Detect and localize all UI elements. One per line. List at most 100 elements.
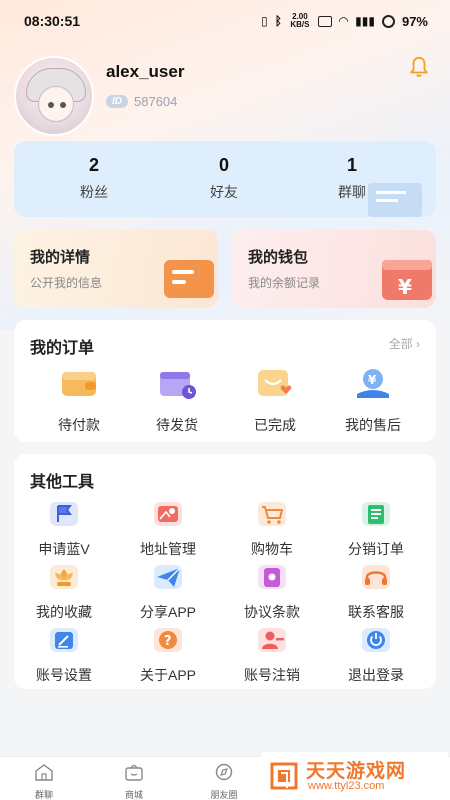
book-icon <box>258 565 286 589</box>
avatar[interactable] <box>14 56 94 136</box>
card-title: 我的详情 <box>30 249 91 266</box>
tab-moments[interactable]: 朋友圈 <box>184 763 264 800</box>
power-icon <box>362 628 390 652</box>
calendar-clock-icon <box>160 372 196 399</box>
svg-text:¥: ¥ <box>398 275 412 299</box>
wifi-icon: ◠ <box>338 14 349 28</box>
tool-share-app[interactable]: 分享APP <box>118 563 218 622</box>
order-pending-shipment[interactable]: 待发货 <box>132 366 222 435</box>
watermark-title: 天天游戏网 <box>306 761 407 782</box>
message-card-icon <box>164 260 214 298</box>
user-remove-icon <box>258 628 286 652</box>
tool-label: 分享APP <box>139 604 196 620</box>
svg-text:¥: ¥ <box>368 373 377 387</box>
tool-label: 协议条款 <box>244 604 300 620</box>
other-tools-panel: 其他工具 申请蓝V 地址管理 购物车 分销订单 我的收藏 分享APP 协议条款 … <box>14 454 436 689</box>
card-subtitle: 我的余额记录 <box>248 276 321 290</box>
order-pending-payment[interactable]: 待付款 <box>34 366 124 435</box>
map-pin-icon <box>154 502 182 526</box>
order-after-sales[interactable]: ¥ 我的售后 <box>328 366 418 435</box>
flag-icon <box>50 502 78 526</box>
signal-icon: ▮▮▮ <box>355 14 375 28</box>
order-label: 待发货 <box>156 417 198 433</box>
my-orders-panel: 我的订单 全部 › 待付款 待发货 已完成 ¥ 我的售后 <box>14 320 436 442</box>
svg-text:?: ? <box>164 634 172 649</box>
watermark-url: www.ttyl23.com <box>308 780 385 792</box>
status-icons: ▯ ᛒ 2.00 KB/S ◠ ▮▮▮ 97% <box>261 13 428 29</box>
user-id-row: ID 587604 <box>106 94 177 109</box>
edit-icon <box>50 628 78 652</box>
heart-card-icon <box>258 370 292 396</box>
tool-label: 账号设置 <box>36 667 92 683</box>
tool-about-app[interactable]: ? 关于APP <box>118 626 218 685</box>
vibrate-icon: ▯ <box>261 14 268 28</box>
tab-mall[interactable]: 商城 <box>94 763 174 800</box>
tool-label: 联系客服 <box>348 604 404 620</box>
tab-label: 商城 <box>124 790 143 800</box>
tool-delete-account[interactable]: 账号注销 <box>222 626 322 685</box>
tool-shopping-cart[interactable]: 购物车 <box>222 500 322 559</box>
tab-group-chat[interactable]: 群聊 <box>4 763 84 800</box>
tab-label: 群聊 <box>34 790 53 800</box>
id-badge-icon: ID <box>106 95 128 108</box>
tool-label: 分销订单 <box>348 541 404 557</box>
tool-label: 退出登录 <box>348 667 404 683</box>
battery-icon <box>381 14 395 28</box>
watermark-logo-icon <box>270 762 298 790</box>
status-time: 08:30:51 <box>24 13 81 29</box>
stat-value: 0 <box>218 155 229 175</box>
tool-label: 申请蓝V <box>38 541 90 557</box>
tool-my-favorites[interactable]: 我的收藏 <box>14 563 114 622</box>
card-title: 我的钱包 <box>248 249 309 266</box>
tool-terms[interactable]: 协议条款 <box>222 563 322 622</box>
orders-view-all-link[interactable]: 全部 › <box>389 335 420 352</box>
chevron-right-icon: › <box>416 337 420 351</box>
compass-icon <box>215 763 233 781</box>
order-label: 已完成 <box>254 417 296 433</box>
bell-icon[interactable] <box>408 56 430 78</box>
my-wallet-card[interactable]: 我的钱包 我的余额记录 ¥ <box>232 230 436 308</box>
tools-title: 其他工具 <box>30 474 95 491</box>
tool-logout[interactable]: 退出登录 <box>326 626 426 685</box>
list-doc-icon <box>362 502 390 526</box>
username: alex_user <box>106 62 185 81</box>
stat-fans[interactable]: 2 粉丝 <box>44 155 144 202</box>
stat-friends[interactable]: 0 好友 <box>174 155 274 202</box>
stat-label: 粉丝 <box>80 184 108 200</box>
headset-icon <box>362 565 390 589</box>
order-label: 我的售后 <box>345 417 401 433</box>
shop-bag-icon <box>125 764 143 781</box>
home-icon <box>35 764 53 781</box>
site-watermark: 天天游戏网 www.ttyl23.com <box>262 752 448 798</box>
tool-address-management[interactable]: 地址管理 <box>118 500 218 559</box>
battery-level: 97% <box>401 13 428 29</box>
chat-bubble-decoration-icon <box>368 183 422 217</box>
tab-label: 朋友圈 <box>210 790 238 800</box>
tool-label: 账号注销 <box>244 667 300 683</box>
orders-title: 我的订单 <box>30 340 95 357</box>
view-all-label: 全部 <box>388 337 413 351</box>
tool-distribution-orders[interactable]: 分销订单 <box>326 500 426 559</box>
tool-customer-service[interactable]: 联系客服 <box>326 563 426 622</box>
net-speed: 2.00 KB/S <box>290 12 310 29</box>
tool-label: 购物车 <box>251 541 293 557</box>
question-icon: ? <box>154 628 182 652</box>
stat-value: 2 <box>88 155 99 175</box>
profile-header: alex_user ID 587604 <box>14 56 434 140</box>
my-details-card[interactable]: 我的详情 公开我的信息 <box>14 230 218 308</box>
stats-card: 2 粉丝 0 好友 1 群聊 <box>14 141 436 217</box>
tool-label: 我的收藏 <box>36 604 92 620</box>
tool-label: 关于APP <box>139 667 196 683</box>
order-label: 待付款 <box>58 417 100 433</box>
order-completed[interactable]: 已完成 <box>230 366 320 435</box>
status-bar: 08:30:51 ▯ ᛒ 2.00 KB/S ◠ ▮▮▮ 97% <box>0 0 450 42</box>
stat-label: 好友 <box>210 184 238 200</box>
yen-hand-icon: ¥ <box>357 369 389 398</box>
hd-icon <box>317 15 332 27</box>
tool-apply-blue-v[interactable]: 申请蓝V <box>14 500 114 559</box>
tool-account-settings[interactable]: 账号设置 <box>14 626 114 685</box>
paper-plane-icon <box>154 565 182 589</box>
wallet-icon <box>62 372 96 396</box>
flower-icon <box>50 565 78 589</box>
tool-label: 地址管理 <box>140 541 196 557</box>
